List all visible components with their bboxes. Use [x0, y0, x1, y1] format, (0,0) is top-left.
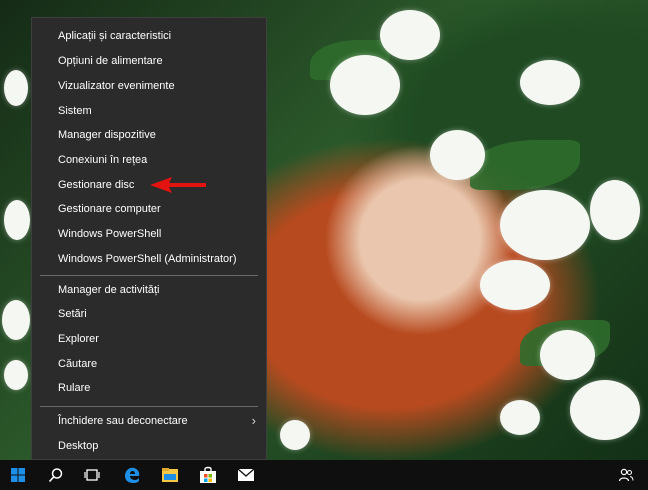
people-icon[interactable] [608, 460, 644, 490]
chevron-right-icon: › [251, 413, 256, 428]
file-explorer-icon[interactable] [152, 460, 188, 490]
store-icon[interactable] [190, 460, 226, 490]
menu-item-network-connections[interactable]: Conexiuni în rețea [32, 148, 266, 172]
flower-decoration [4, 70, 28, 106]
flower-decoration [500, 400, 540, 435]
menu-separator [40, 275, 258, 276]
mail-icon[interactable] [228, 460, 264, 490]
windows-start-icon[interactable] [0, 460, 36, 490]
flower-decoration [540, 330, 595, 380]
menu-item-task-manager[interactable]: Manager de activități [32, 278, 266, 302]
menu-item-windows-powershell[interactable]: Windows PowerShell [32, 222, 266, 246]
flower-decoration [280, 420, 310, 450]
flower-decoration [330, 55, 400, 115]
flower-decoration [430, 130, 485, 180]
flower-decoration [380, 10, 440, 60]
menu-item-search[interactable]: Căutare [32, 352, 266, 376]
menu-item-shutdown-signout[interactable]: Închidere sau deconectare › [32, 409, 266, 433]
flower-decoration [570, 380, 640, 440]
flower-decoration [2, 300, 30, 340]
menu-item-windows-powershell-admin[interactable]: Windows PowerShell (Administrator) [32, 247, 266, 271]
menu-item-settings[interactable]: Setări [32, 302, 266, 326]
menu-item-apps-features[interactable]: Aplicații și caracteristici [32, 24, 266, 48]
menu-item-explorer[interactable]: Explorer [32, 327, 266, 351]
flower-decoration [4, 200, 30, 240]
menu-item-run[interactable]: Rulare [32, 376, 266, 400]
task-view-icon[interactable] [74, 460, 110, 490]
leaf-decoration [470, 140, 580, 190]
menu-item-disk-management[interactable]: Gestionare disc [32, 173, 266, 197]
winx-power-user-menu: Aplicații și caracteristici Opțiuni de a… [31, 17, 267, 460]
menu-item-power-options[interactable]: Opțiuni de alimentare [32, 49, 266, 73]
flower-decoration [590, 180, 640, 240]
menu-item-label: Închidere sau deconectare [58, 415, 188, 427]
red-arrow-annotation [150, 177, 206, 193]
flower-decoration [480, 260, 550, 310]
taskbar [0, 460, 648, 490]
menu-item-device-manager[interactable]: Manager dispozitive [32, 123, 266, 147]
menu-item-desktop[interactable]: Desktop [32, 434, 266, 458]
edge-icon[interactable] [114, 460, 150, 490]
flower-decoration [520, 60, 580, 105]
menu-separator [40, 406, 258, 407]
flower-decoration [4, 360, 28, 390]
search-icon[interactable] [38, 460, 74, 490]
flower-decoration [500, 190, 590, 260]
menu-item-system[interactable]: Sistem [32, 99, 266, 123]
menu-item-event-viewer[interactable]: Vizualizator evenimente [32, 74, 266, 98]
menu-item-computer-management[interactable]: Gestionare computer [32, 197, 266, 221]
